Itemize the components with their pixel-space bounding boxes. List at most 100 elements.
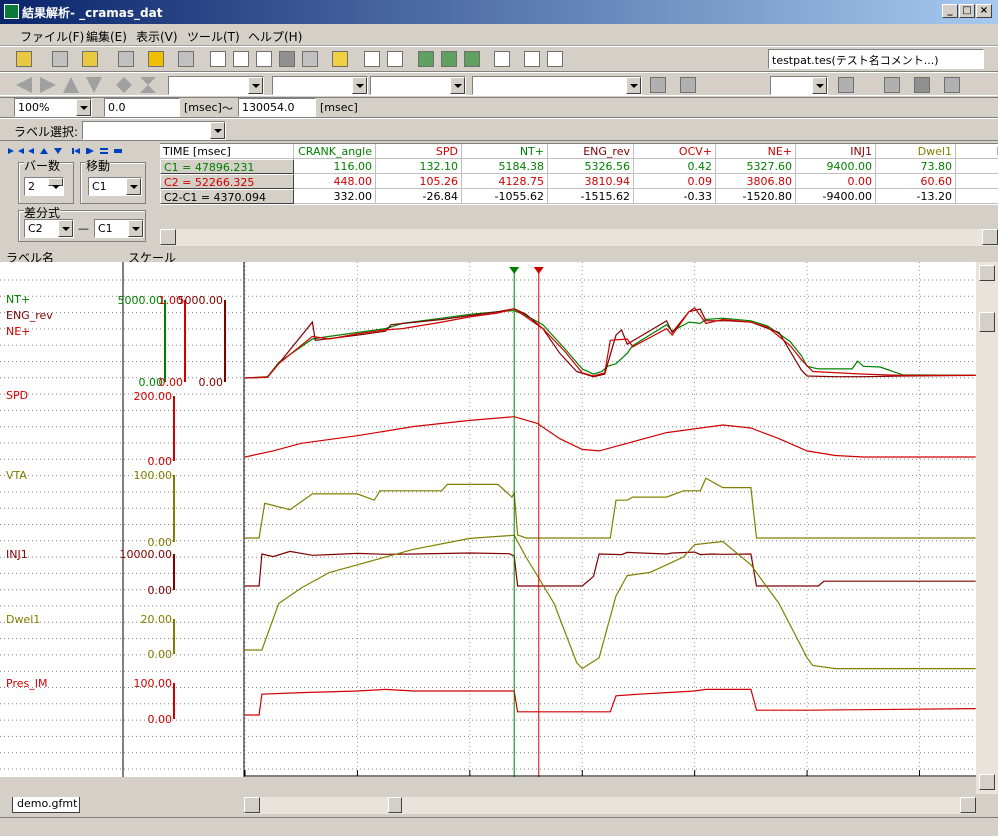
bars2-icon[interactable] xyxy=(441,51,457,67)
channel-label: Dwel1 xyxy=(6,613,40,626)
menu-tools[interactable]: ツール(T) xyxy=(187,28,240,45)
step-icon[interactable] xyxy=(944,77,960,93)
table-cell: -1 xyxy=(956,189,998,204)
tab-demo[interactable]: demo.gfmt xyxy=(12,797,80,813)
grid-icon[interactable] xyxy=(547,51,563,67)
hscroll-thumb[interactable] xyxy=(388,797,402,813)
diamond-icon[interactable] xyxy=(116,77,132,93)
nav-combo-4[interactable] xyxy=(472,76,642,95)
hscroll-left[interactable] xyxy=(244,797,260,813)
min-icon[interactable] xyxy=(650,77,666,93)
bar-count-spinner[interactable]: 2 xyxy=(24,177,64,196)
nav-combo-5[interactable] xyxy=(770,76,828,95)
range-icon[interactable] xyxy=(364,51,380,67)
stamp-icon[interactable] xyxy=(256,51,272,67)
move-select[interactable]: C1 xyxy=(88,177,142,196)
maximize-button[interactable]: □ xyxy=(959,4,975,18)
menu-view[interactable]: 表示(V) xyxy=(136,28,178,45)
table-cell: 448.00 xyxy=(294,174,376,189)
up-arrow-icon[interactable] xyxy=(63,77,79,93)
table-cell: 116.00 xyxy=(294,159,376,174)
table-header: CRANK_angle xyxy=(294,144,376,159)
save-icon[interactable] xyxy=(52,51,68,67)
zoom-icon[interactable] xyxy=(233,51,249,67)
diff-a-select[interactable]: C2 xyxy=(24,219,74,238)
table-scroll-left[interactable] xyxy=(160,229,176,245)
square-icon[interactable] xyxy=(914,77,930,93)
hand-icon[interactable] xyxy=(210,51,226,67)
table-header: ENG_rev xyxy=(548,144,634,159)
waveform-chart[interactable]: NT+ENG_revNE+5000.000.001.000.005000.000… xyxy=(0,251,976,792)
range-start-input[interactable]: 0.0 xyxy=(104,98,180,117)
stop-icon[interactable] xyxy=(279,51,295,67)
right-arrow-icon[interactable] xyxy=(40,77,56,93)
plug-icon[interactable] xyxy=(838,77,854,93)
scale-top-label: 5000.00 xyxy=(178,294,224,307)
nav-combo-3[interactable] xyxy=(370,76,466,95)
print-icon[interactable] xyxy=(178,51,194,67)
open-folder-icon[interactable] xyxy=(82,51,98,67)
channel-label: ENG_rev xyxy=(6,309,53,322)
menu-help[interactable]: ヘルプ(H) xyxy=(248,28,302,45)
wave-icon[interactable] xyxy=(494,51,510,67)
tool-icon[interactable] xyxy=(884,77,900,93)
table-cell: 73.80 xyxy=(876,159,956,174)
range-end-input[interactable]: 130054.0 xyxy=(238,98,316,117)
table-cell: 3806.80 xyxy=(716,174,796,189)
scale-top-label: 10000.00 xyxy=(120,548,173,561)
plot-hscrollbar[interactable] xyxy=(244,797,976,814)
test-combo[interactable]: testpat.tes(テスト名コメント...) xyxy=(768,49,984,69)
plot-area[interactable]: NT+ ENG_rev NE+ 5000.00 0.00 1.00 0.00 5000.00 0… xyxy=(0,251,976,792)
disk-icon[interactable] xyxy=(118,51,134,67)
select-icon[interactable] xyxy=(302,51,318,67)
table-scroll-right[interactable] xyxy=(982,229,998,245)
table-cell: 332.00 xyxy=(294,189,376,204)
scale-top-label: 100.00 xyxy=(134,677,173,690)
hourglass-icon[interactable] xyxy=(140,77,156,93)
cursor-icon[interactable] xyxy=(148,51,164,67)
zoom-select[interactable]: 100% xyxy=(14,98,92,117)
scale-top-label: 100.00 xyxy=(134,469,173,482)
cursor-marker xyxy=(509,267,520,274)
table-cell: 5326.56 xyxy=(548,159,634,174)
down-arrow-icon[interactable] xyxy=(86,77,102,93)
series-line-nt- xyxy=(244,309,976,379)
vscroll-up[interactable] xyxy=(979,265,995,281)
hscroll-right[interactable] xyxy=(960,797,976,813)
nav-combo-2[interactable] xyxy=(272,76,368,95)
minimize-button[interactable]: _ xyxy=(942,4,958,18)
pen-icon[interactable] xyxy=(680,77,696,93)
vscroll-down[interactable] xyxy=(979,774,995,790)
table-cell: -1520.80 xyxy=(716,189,796,204)
series-line-dwel1 xyxy=(245,534,976,670)
vscroll-thumb[interactable] xyxy=(979,312,995,332)
bars3-icon[interactable] xyxy=(464,51,480,67)
left-arrow-icon[interactable] xyxy=(16,77,32,93)
table-cell: -26.84 xyxy=(376,189,462,204)
find-icon[interactable] xyxy=(524,51,540,67)
scale-bottom-label: 0.00 xyxy=(148,713,173,726)
open-icon[interactable] xyxy=(16,51,32,67)
menu-edit[interactable]: 編集(E) xyxy=(86,28,127,45)
diff-b-select[interactable]: C1 xyxy=(94,219,144,238)
cursor-panel: バー数 2 移動 C1 差分式 C2 — C1 xyxy=(0,142,160,246)
table-cell: 9400.00 xyxy=(796,159,876,174)
menu-file[interactable]: ファイル(F) xyxy=(20,28,84,45)
cursor-nav-icons[interactable] xyxy=(6,145,154,154)
close-button[interactable]: × xyxy=(976,4,992,18)
channel-label: INJ1 xyxy=(6,548,28,561)
toolbar-main: testpat.tes(テスト名コメント...) xyxy=(0,46,998,72)
table-cell: -0.33 xyxy=(634,189,716,204)
table-scrollbar[interactable] xyxy=(160,229,998,246)
label-select-combo[interactable] xyxy=(82,121,226,140)
channel-label: VTA xyxy=(6,469,27,482)
nav-combo-1[interactable] xyxy=(168,76,264,95)
marker-icon[interactable] xyxy=(332,51,348,67)
table-cell: 105.26 xyxy=(376,174,462,189)
table-cell: 0.09 xyxy=(634,174,716,189)
plot-vscrollbar[interactable] xyxy=(976,262,998,794)
toolbar-range: 100% 0.0 [msec] 〜 130054.0 [msec] xyxy=(0,95,998,118)
jump-icon[interactable] xyxy=(387,51,403,67)
bars-icon[interactable] xyxy=(418,51,434,67)
series-line-ne- xyxy=(244,306,976,379)
